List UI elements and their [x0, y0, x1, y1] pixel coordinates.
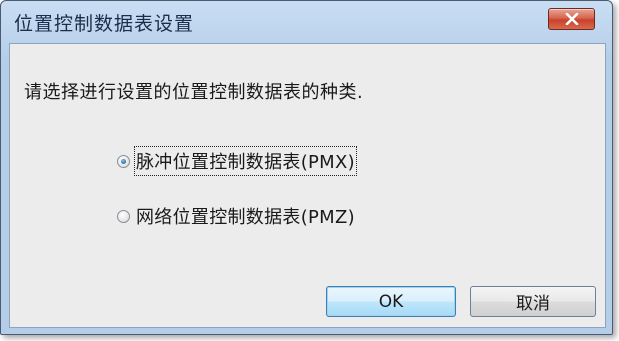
- dialog-window: 位置控制数据表设置 请选择进行设置的位置控制数据表的种类. 脉冲位置控制数据表(…: [0, 0, 613, 335]
- radio-option-pmz[interactable]: 网络位置控制数据表(PMZ): [117, 203, 355, 229]
- dialog-body: 请选择进行设置的位置控制数据表的种类. 脉冲位置控制数据表(PMX) 网络位置控…: [9, 43, 606, 328]
- title-bar[interactable]: 位置控制数据表设置: [1, 1, 612, 43]
- radio-selected-dot: [121, 158, 126, 164]
- radio-label-pmx[interactable]: 脉冲位置控制数据表(PMX): [134, 146, 357, 176]
- radio-label-pmz[interactable]: 网络位置控制数据表(PMZ): [136, 203, 355, 229]
- cancel-button[interactable]: 取消: [470, 286, 596, 317]
- close-x-icon: [565, 13, 579, 25]
- close-button[interactable]: [548, 8, 595, 30]
- window-title: 位置控制数据表设置: [14, 13, 195, 35]
- radio-button-pmx[interactable]: [117, 154, 130, 168]
- prompt-text: 请选择进行设置的位置控制数据表的种类.: [24, 82, 364, 103]
- radio-option-pmx[interactable]: 脉冲位置控制数据表(PMX): [117, 146, 357, 176]
- radio-button-pmz[interactable]: [117, 209, 130, 223]
- ok-button[interactable]: OK: [326, 286, 456, 317]
